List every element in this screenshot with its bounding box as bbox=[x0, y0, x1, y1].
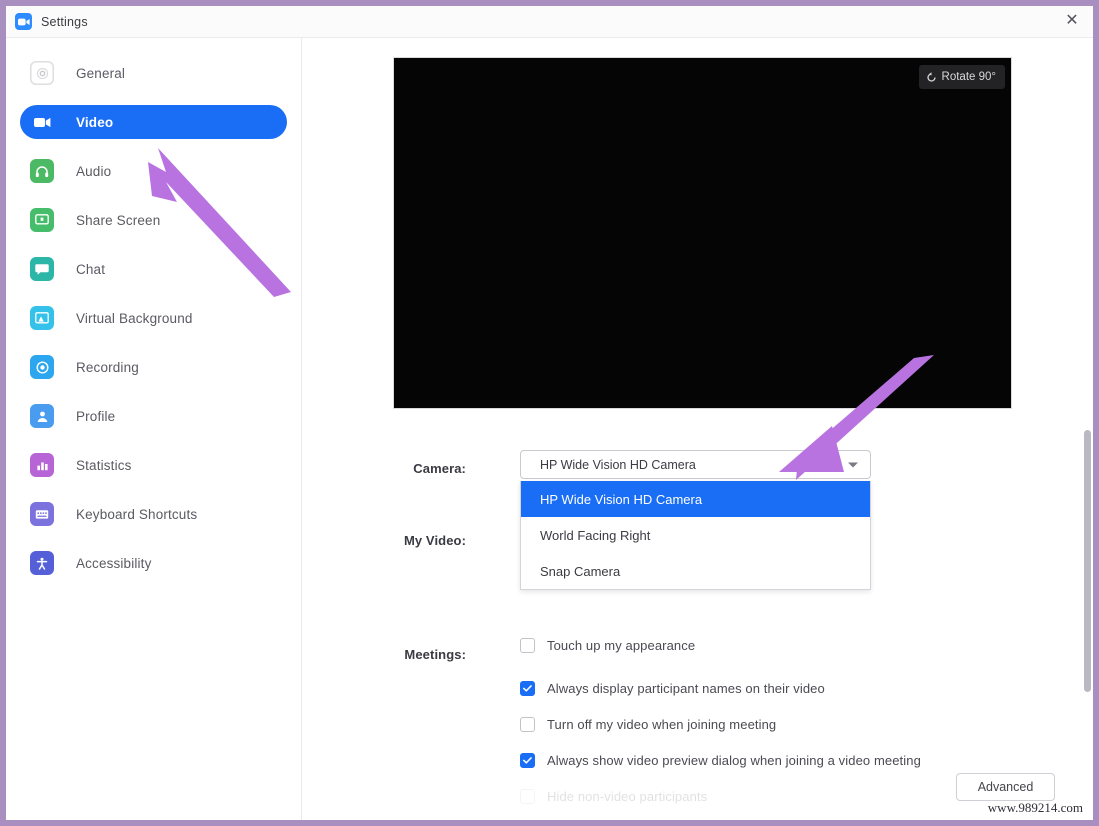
sidebar-item-label: Chat bbox=[76, 261, 106, 277]
bar-chart-icon bbox=[30, 453, 54, 477]
sidebar-item-chat[interactable]: Chat bbox=[20, 252, 287, 286]
settings-window: Settings ✕ General Video Audio Share Scr… bbox=[0, 0, 1099, 826]
settings-sidebar: General Video Audio Share Screen Chat Vi… bbox=[6, 38, 302, 820]
camera-option-0[interactable]: HP Wide Vision HD Camera bbox=[521, 481, 870, 517]
meetings-label: Meetings: bbox=[404, 647, 466, 662]
camera-option-1[interactable]: World Facing Right bbox=[521, 517, 870, 553]
checkbox-hide-non-video-participants[interactable]: Hide non-video participants bbox=[520, 786, 707, 806]
camera-option-label: World Facing Right bbox=[540, 527, 651, 543]
checkbox-box bbox=[520, 637, 535, 653]
sidebar-item-label: Audio bbox=[76, 163, 112, 179]
camera-option-label: HP Wide Vision HD Camera bbox=[540, 491, 703, 507]
checkbox-label: Always show video preview dialog when jo… bbox=[547, 752, 921, 768]
checkbox-turn-off-my-video-when-joining[interactable]: Turn off my video when joining meeting bbox=[520, 714, 776, 734]
sidebar-item-recording[interactable]: Recording bbox=[20, 350, 287, 384]
person-icon bbox=[30, 404, 54, 428]
sidebar-item-label: General bbox=[76, 65, 126, 81]
sidebar-item-profile[interactable]: Profile bbox=[20, 399, 287, 433]
video-camera-icon bbox=[30, 110, 54, 134]
sidebar-item-video[interactable]: Video bbox=[20, 105, 287, 139]
rotate-90-button[interactable]: Rotate 90° bbox=[918, 65, 1005, 89]
sidebar-item-keyboard-shortcuts[interactable]: Keyboard Shortcuts bbox=[20, 497, 287, 531]
camera-dropdown-list: HP Wide Vision HD Camera World Facing Ri… bbox=[520, 481, 871, 590]
gear-icon bbox=[30, 61, 54, 85]
rotate-icon bbox=[926, 71, 942, 83]
watermark: www.989214.com bbox=[987, 800, 1083, 815]
sidebar-item-label: Accessibility bbox=[76, 555, 152, 571]
sidebar-item-virtual-background[interactable]: Virtual Background bbox=[20, 301, 287, 335]
sidebar-item-label: Share Screen bbox=[76, 212, 161, 228]
video-preview: Rotate 90° bbox=[394, 58, 1011, 408]
sidebar-item-statistics[interactable]: Statistics bbox=[20, 448, 287, 482]
sidebar-item-accessibility[interactable]: Accessibility bbox=[20, 546, 287, 580]
title-bar: Settings ✕ bbox=[6, 6, 1093, 38]
sidebar-item-label: Recording bbox=[76, 359, 139, 375]
accessibility-icon bbox=[30, 551, 54, 575]
vertical-scrollbar[interactable] bbox=[1082, 38, 1093, 820]
zoom-logo-icon bbox=[15, 13, 32, 30]
checkbox-touch-up-my-appearance[interactable]: Touch up my appearance bbox=[520, 635, 695, 655]
sidebar-item-audio[interactable]: Audio bbox=[20, 154, 287, 188]
virtual-background-icon bbox=[30, 306, 54, 330]
sidebar-item-label: Statistics bbox=[76, 457, 132, 473]
close-icon[interactable]: ✕ bbox=[1059, 9, 1085, 33]
checkbox-label: Touch up my appearance bbox=[547, 637, 696, 653]
sidebar-item-label: Virtual Background bbox=[76, 310, 193, 326]
camera-option-2[interactable]: Snap Camera bbox=[521, 553, 870, 589]
checkbox-box bbox=[520, 788, 535, 804]
chevron-down-icon bbox=[848, 462, 858, 467]
sidebar-item-general[interactable]: General bbox=[20, 56, 287, 90]
headphones-icon bbox=[30, 159, 54, 183]
camera-select[interactable]: HP Wide Vision HD Camera bbox=[520, 450, 871, 479]
scrollbar-thumb[interactable] bbox=[1084, 430, 1091, 692]
camera-option-label: Snap Camera bbox=[540, 563, 621, 579]
sidebar-item-label: Profile bbox=[76, 408, 116, 424]
checkbox-always-display-participant-names[interactable]: Always display participant names on thei… bbox=[520, 678, 825, 698]
sidebar-item-label: Video bbox=[76, 114, 114, 130]
keyboard-icon bbox=[30, 502, 54, 526]
advanced-button[interactable]: Advanced bbox=[956, 773, 1055, 801]
checkbox-box bbox=[520, 716, 535, 732]
checkbox-always-show-video-preview-dialog[interactable]: Always show video preview dialog when jo… bbox=[520, 750, 921, 770]
camera-select-value: HP Wide Vision HD Camera bbox=[540, 457, 696, 472]
checkbox-label: Always display participant names on thei… bbox=[547, 680, 825, 696]
checkbox-label: Hide non-video participants bbox=[547, 788, 708, 804]
sidebar-item-label: Keyboard Shortcuts bbox=[76, 506, 198, 522]
sidebar-item-share-screen[interactable]: Share Screen bbox=[20, 203, 287, 237]
checkbox-label: Turn off my video when joining meeting bbox=[547, 716, 777, 732]
checkbox-box bbox=[520, 680, 535, 696]
share-screen-icon bbox=[30, 208, 54, 232]
window-title: Settings bbox=[41, 14, 88, 29]
camera-label: Camera: bbox=[413, 461, 466, 476]
video-settings-panel: Rotate 90° Camera: HP Wide Vision HD Cam… bbox=[303, 38, 1093, 820]
record-circle-icon bbox=[30, 355, 54, 379]
my-video-label: My Video: bbox=[403, 533, 466, 548]
rotate-90-label: Rotate 90° bbox=[941, 71, 996, 83]
checkbox-box bbox=[520, 752, 535, 768]
chat-bubble-icon bbox=[30, 257, 54, 281]
